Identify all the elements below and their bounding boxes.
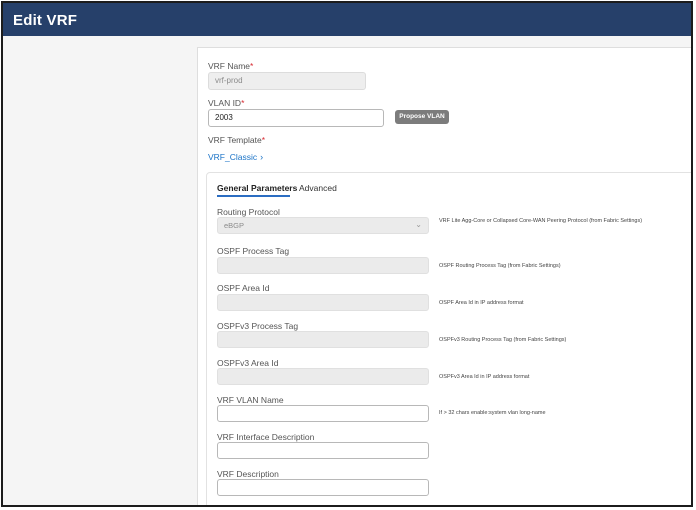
ospf-area-id-help: OSPF Area Id in IP address format [439, 300, 524, 306]
ospf-process-tag-label: OSPF Process Tag [217, 246, 290, 256]
vrf-template-label: VRF Template* [208, 135, 265, 145]
required-asterisk: * [250, 61, 254, 71]
dialog-title: Edit VRF [13, 12, 78, 29]
routing-protocol-value: eBGP [224, 221, 245, 230]
active-tab-indicator [217, 195, 290, 197]
vrf-template-label-text: VRF Template [208, 135, 262, 145]
ospfv3-process-tag-input [217, 331, 429, 348]
chevron-right-icon: › [260, 152, 264, 162]
vlan-id-input[interactable]: 2003 [208, 109, 384, 127]
vrf-description-input[interactable] [217, 479, 429, 496]
ospfv3-area-id-label: OSPFv3 Area Id [217, 358, 279, 368]
tab-general-parameters[interactable]: General Parameters [217, 183, 297, 193]
vrf-name-label-text: VRF Name [208, 61, 251, 71]
vlan-id-label-text: VLAN ID [208, 98, 242, 108]
routing-protocol-label: Routing Protocol [217, 207, 280, 217]
ospfv3-area-id-input [217, 368, 429, 385]
ospfv3-area-id-help: OSPFv3 Area Id in IP address format [439, 374, 530, 380]
chevron-down-icon: ⌄ [415, 220, 422, 229]
required-asterisk: * [241, 98, 245, 108]
ospf-area-id-input [217, 294, 429, 311]
vrf-template-value: VRF_Classic [208, 152, 258, 162]
vrf-description-label: VRF Description [217, 469, 279, 479]
edit-vrf-panel: VRF Name* vrf-prod VLAN ID* 2003 Propose… [197, 47, 691, 505]
vrf-vlan-name-help: If > 32 chars enable:system vlan long-na… [439, 410, 546, 416]
vrf-interface-description-label: VRF Interface Description [217, 432, 315, 442]
ospf-process-tag-help: OSPF Routing Process Tag (from Fabric Se… [439, 263, 561, 269]
tab-advanced[interactable]: Advanced [299, 183, 337, 193]
vrf-vlan-name-label: VRF VLAN Name [217, 395, 284, 405]
vrf-interface-description-input[interactable] [217, 442, 429, 459]
propose-vlan-button[interactable]: Propose VLAN [395, 110, 449, 124]
ospf-process-tag-input [217, 257, 429, 274]
ospf-area-id-label: OSPF Area Id [217, 283, 270, 293]
vlan-id-label: VLAN ID* [208, 98, 244, 108]
vrf-name-input: vrf-prod [208, 72, 366, 90]
required-asterisk: * [261, 135, 266, 145]
vlan-id-value: 2003 [215, 113, 233, 122]
vrf-vlan-name-input[interactable] [217, 405, 429, 422]
dialog-header: Edit VRF [3, 3, 691, 36]
window-frame: Edit VRF VRF Name* vrf-prod VLAN ID* 200… [1, 1, 693, 507]
ospfv3-process-tag-help: OSPFv3 Routing Process Tag (from Fabric … [439, 337, 567, 343]
ospfv3-process-tag-label: OSPFv3 Process Tag [217, 321, 299, 331]
routing-protocol-help: VRF Lite Agg-Core or Collapsed Core-WAN … [439, 218, 643, 224]
vrf-template-link[interactable]: VRF_Classic › [208, 152, 263, 162]
vrf-name-label: VRF Name* [208, 61, 253, 71]
parameters-card: General Parameters Advanced Routing Prot… [206, 172, 691, 505]
routing-protocol-select: eBGP ⌄ [217, 217, 429, 234]
vrf-name-value: vrf-prod [215, 76, 243, 85]
